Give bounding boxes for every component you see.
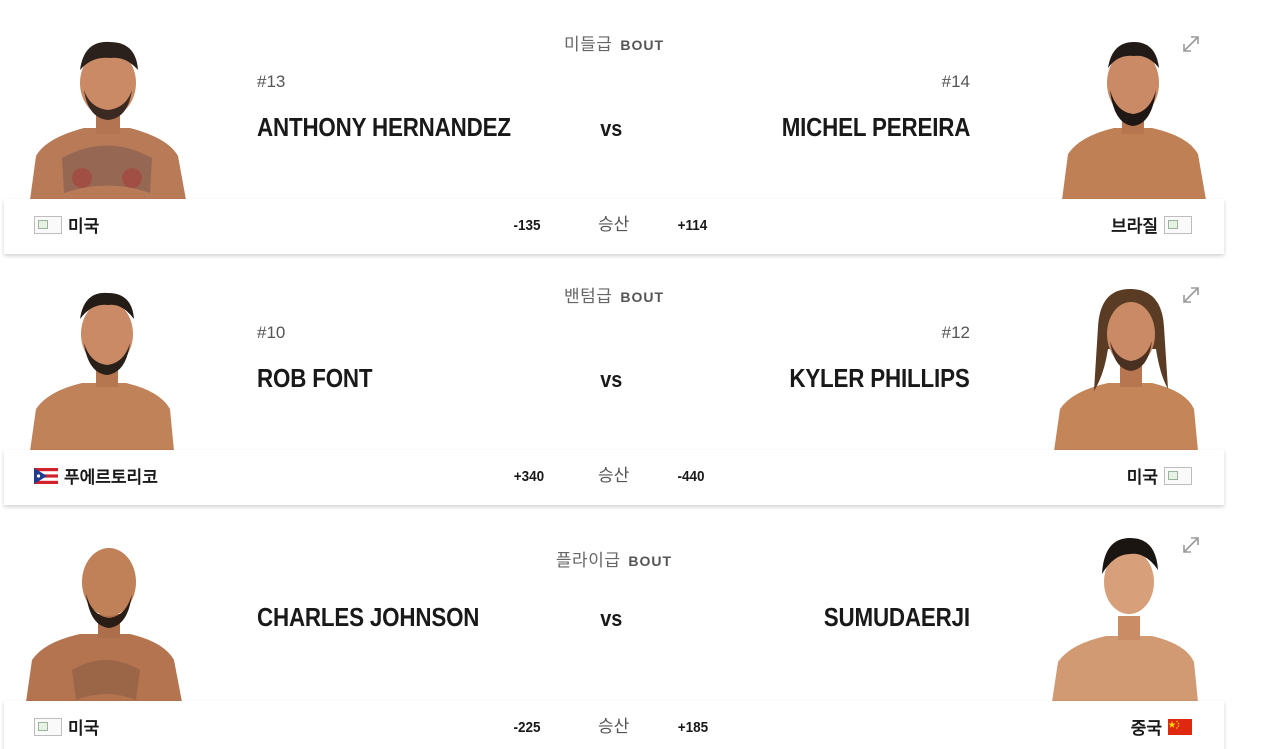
broken-flag-image-icon xyxy=(1164,215,1192,234)
red-corner-fighter-photo[interactable] xyxy=(22,530,192,702)
broken-flag-image-icon xyxy=(34,717,62,736)
blue-country-label: 미국 xyxy=(1126,468,1158,488)
blue-fighter-rank: #12 xyxy=(941,323,970,342)
bout-header: 미들급 BOUT #13 ANTHONY HERNANDEZ vs #14 MI… xyxy=(0,0,1230,200)
bout-card-3: 플라이급 BOUT CHARLES JOHNSON vs SUMUDAERJI xyxy=(0,502,1230,749)
blue-fighter-odds: +185 xyxy=(677,719,709,736)
blue-country-label: 중국 xyxy=(1130,719,1162,739)
bout-card-2: 밴텀급 BOUT #10 ROB FONT vs #12 KYLER PHILL… xyxy=(0,251,1230,505)
weight-class-label: 플라이급 xyxy=(555,551,621,571)
red-fighter-name[interactable]: ROB FONT xyxy=(257,363,373,394)
blue-fighter-name[interactable]: MICHEL PEREIRA xyxy=(781,112,970,143)
puerto-rico-flag-icon xyxy=(34,467,58,484)
red-fighter-name[interactable]: CHARLES JOHNSON xyxy=(257,602,479,633)
blue-country-label: 브라질 xyxy=(1111,217,1158,237)
blue-fighter-country: 브라질 xyxy=(1111,212,1192,237)
blue-fighter-odds: -440 xyxy=(677,468,705,485)
vs-label: vs xyxy=(600,606,623,631)
blue-fighter-name[interactable]: SUMUDAERJI xyxy=(824,602,970,633)
blue-corner-fighter-photo[interactable] xyxy=(1048,530,1218,702)
red-fighter-odds: -135 xyxy=(513,217,541,234)
china-flag-icon xyxy=(1168,718,1192,735)
blue-corner-fighter-photo[interactable] xyxy=(1048,28,1218,200)
blue-fighter-rank: #14 xyxy=(941,72,970,91)
blue-fighter-name[interactable]: KYLER PHILLIPS xyxy=(790,363,970,394)
odds-bar: 미국 -225 승산 +185 중국 xyxy=(4,701,1224,749)
red-fighter-country: 미국 xyxy=(34,714,99,739)
odds-bar: 푸에르토리코 +340 승산 -440 미국 xyxy=(4,450,1224,505)
odds-label: 승산 xyxy=(598,215,630,235)
odds-label: 승산 xyxy=(598,717,630,737)
bout-header: 플라이급 BOUT CHARLES JOHNSON vs SUMUDAERJI xyxy=(0,502,1230,702)
red-corner-fighter-photo[interactable] xyxy=(22,279,192,451)
red-fighter-country: 푸에르토리코 xyxy=(34,463,158,488)
red-fighter-odds: -225 xyxy=(513,719,541,736)
red-fighter-odds: +340 xyxy=(513,468,545,485)
red-country-label: 미국 xyxy=(68,719,100,739)
blue-fighter-country: 중국 xyxy=(1131,714,1192,739)
red-country-label: 푸에르토리코 xyxy=(64,468,158,488)
bout-card-1: 미들급 BOUT #13 ANTHONY HERNANDEZ vs #14 MI… xyxy=(0,0,1230,254)
vs-label: vs xyxy=(600,116,623,141)
bout-label: BOUT xyxy=(628,553,673,569)
vs-label: vs xyxy=(600,367,623,392)
broken-flag-image-icon xyxy=(34,215,62,234)
red-country-label: 미국 xyxy=(68,217,100,237)
odds-label: 승산 xyxy=(598,466,630,486)
red-fighter-country: 미국 xyxy=(34,212,99,237)
red-fighter-rank: #13 xyxy=(257,72,286,91)
bout-header: 밴텀급 BOUT #10 ROB FONT vs #12 KYLER PHILL… xyxy=(0,251,1230,451)
red-fighter-rank: #10 xyxy=(257,323,286,342)
weight-class-label: 밴텀급 xyxy=(564,287,613,307)
weight-class-label: 미들급 xyxy=(564,35,613,55)
bout-label: BOUT xyxy=(620,37,664,53)
blue-fighter-odds: +114 xyxy=(677,217,708,234)
red-corner-fighter-photo[interactable] xyxy=(22,28,192,200)
blue-corner-fighter-photo[interactable] xyxy=(1048,279,1218,451)
odds-bar: 미국 -135 승산 +114 브라질 xyxy=(4,199,1224,254)
red-fighter-name[interactable]: ANTHONY HERNANDEZ xyxy=(257,112,511,143)
bout-label: BOUT xyxy=(620,289,664,305)
broken-flag-image-icon xyxy=(1164,466,1192,485)
blue-fighter-country: 미국 xyxy=(1127,463,1192,488)
